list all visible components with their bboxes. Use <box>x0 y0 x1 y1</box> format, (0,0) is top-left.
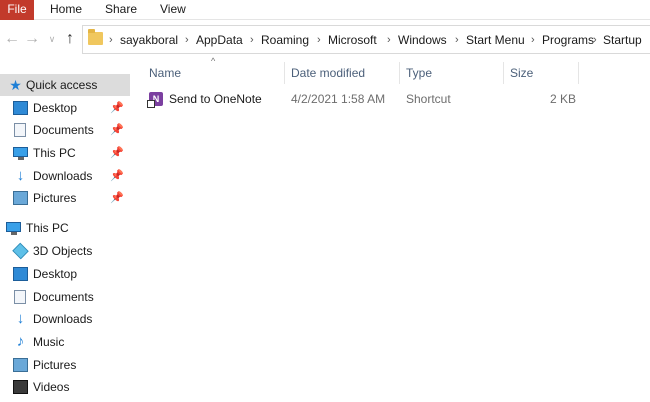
chevron-down-icon: ∨ <box>48 34 56 44</box>
breadcrumb-chevron-icon[interactable]: › <box>109 33 113 49</box>
folder-icon <box>88 29 103 45</box>
breadcrumb-sayakboral[interactable]: sayakboral <box>120 33 178 49</box>
breadcrumb-chevron-icon[interactable]: › <box>185 33 189 49</box>
pin-icon[interactable]: 📌 <box>110 97 124 119</box>
column-separator[interactable] <box>399 62 400 84</box>
column-separator[interactable] <box>578 62 579 84</box>
pictures-icon <box>13 358 28 372</box>
nav-qa-this-pc[interactable]: This PC 📌 <box>0 142 130 164</box>
pin-icon[interactable]: 📌 <box>110 142 124 164</box>
up-button[interactable]: ↑ <box>62 29 78 49</box>
file-size: 2 KB <box>550 92 577 106</box>
nav-videos[interactable]: Videos <box>0 376 130 398</box>
nav-item-label: This PC <box>33 146 76 160</box>
nav-item-label: Pictures <box>33 358 77 372</box>
nav-item-label: 3D Objects <box>33 244 93 258</box>
sort-ascending-icon: ^ <box>211 56 216 66</box>
music-icon: ♪ <box>16 333 25 350</box>
breadcrumb-chevron-icon[interactable]: › <box>250 33 254 49</box>
nav-item-label: Desktop <box>33 267 78 281</box>
tab-file[interactable]: File <box>0 0 34 20</box>
nav-item-label: Pictures <box>33 191 77 205</box>
nav-3d-objects[interactable]: 3D Objects <box>0 240 130 262</box>
tab-share[interactable]: Share <box>105 0 137 20</box>
3d-objects-icon <box>12 242 29 260</box>
nav-qa-desktop[interactable]: Desktop 📌 <box>0 97 130 119</box>
videos-icon <box>13 380 28 394</box>
documents-icon <box>14 290 26 304</box>
breadcrumb-roaming[interactable]: Roaming <box>261 33 309 49</box>
nav-pictures[interactable]: Pictures <box>0 354 130 376</box>
nav-item-label: Downloads <box>33 169 93 183</box>
column-header-name[interactable]: Name <box>149 62 181 84</box>
nav-item-label: Desktop <box>33 101 78 115</box>
nav-desktop[interactable]: Desktop <box>0 263 130 285</box>
nav-item-label: Downloads <box>33 312 93 326</box>
breadcrumb-chevron-icon[interactable]: › <box>455 33 459 49</box>
navigation-pane: ★ Quick access Desktop 📌 Documents 📌 Thi… <box>0 62 131 402</box>
breadcrumb-chevron-icon[interactable]: › <box>593 33 597 49</box>
address-bar[interactable]: › sayakboral › AppData › Roaming › Micro… <box>82 25 650 54</box>
column-header-date-modified[interactable]: Date modified <box>291 62 365 84</box>
quick-access-star-icon: ★ <box>9 77 22 93</box>
breadcrumb-programs[interactable]: Programs <box>542 33 594 49</box>
column-separator[interactable] <box>503 62 504 84</box>
breadcrumb-microsoft[interactable]: Microsoft <box>328 33 377 49</box>
breadcrumb-chevron-icon[interactable]: › <box>387 33 391 49</box>
pin-icon[interactable]: 📌 <box>110 187 124 209</box>
arrow-right-icon: → <box>24 30 40 47</box>
breadcrumb-startup[interactable]: Startup <box>603 33 642 49</box>
breadcrumb-appdata[interactable]: AppData <box>196 33 243 49</box>
navigation-bar: ← → ∨ ↑ › sayakboral › AppData › Roaming… <box>0 21 650 59</box>
back-button[interactable]: ← <box>4 29 20 49</box>
file-name: Send to OneNote <box>169 92 262 106</box>
this-pc-icon <box>13 147 28 160</box>
tab-home[interactable]: Home <box>50 0 82 20</box>
breadcrumb-start-menu[interactable]: Start Menu <box>466 33 525 49</box>
nav-item-label: Quick access <box>26 78 98 92</box>
nav-documents[interactable]: Documents <box>0 286 130 308</box>
nav-downloads[interactable]: ↓ Downloads <box>0 308 130 330</box>
file-type: Shortcut <box>406 92 451 106</box>
nav-item-label: Videos <box>33 380 70 394</box>
file-list: ^ Name Date modified Type Size N Send to… <box>131 56 650 402</box>
column-separator[interactable] <box>284 62 285 84</box>
column-header-type[interactable]: Type <box>406 62 432 84</box>
file-date-modified: 4/2/2021 1:58 AM <box>291 92 386 106</box>
desktop-icon <box>13 267 28 281</box>
nav-this-pc[interactable]: This PC <box>0 217 130 239</box>
tab-view[interactable]: View <box>160 0 186 20</box>
desktop-icon <box>13 101 28 115</box>
ribbon-tabs: File Home Share View <box>0 0 650 20</box>
pin-icon[interactable]: 📌 <box>110 165 124 187</box>
nav-qa-pictures[interactable]: Pictures 📌 <box>0 187 130 209</box>
nav-item-label: Documents <box>33 123 94 137</box>
this-pc-icon <box>6 222 21 235</box>
nav-qa-documents[interactable]: Documents 📌 <box>0 119 130 141</box>
nav-item-label: This PC <box>26 221 69 235</box>
nav-quick-access[interactable]: ★ Quick access <box>0 74 130 96</box>
recent-locations-button[interactable]: ∨ <box>44 29 60 49</box>
pin-icon[interactable]: 📌 <box>110 119 124 141</box>
downloads-icon: ↓ <box>16 310 25 327</box>
nav-item-label: Music <box>33 335 65 349</box>
file-row[interactable]: N Send to OneNote 4/2/2021 1:58 AM Short… <box>145 89 585 109</box>
forward-button[interactable]: → <box>24 29 40 49</box>
column-header-size[interactable]: Size <box>510 62 533 84</box>
pictures-icon <box>13 191 28 205</box>
nav-qa-downloads[interactable]: ↓ Downloads 📌 <box>0 165 130 187</box>
arrow-up-icon: ↑ <box>66 30 74 47</box>
onenote-shortcut-icon: N <box>147 92 163 108</box>
downloads-icon: ↓ <box>16 167 25 184</box>
arrow-left-icon: ← <box>4 30 20 47</box>
breadcrumb-chevron-icon[interactable]: › <box>317 33 321 49</box>
nav-music[interactable]: ♪ Music <box>0 331 130 353</box>
documents-icon <box>14 123 26 137</box>
breadcrumb-chevron-icon[interactable]: › <box>531 33 535 49</box>
breadcrumb-windows[interactable]: Windows <box>398 33 447 49</box>
nav-item-label: Documents <box>33 290 94 304</box>
